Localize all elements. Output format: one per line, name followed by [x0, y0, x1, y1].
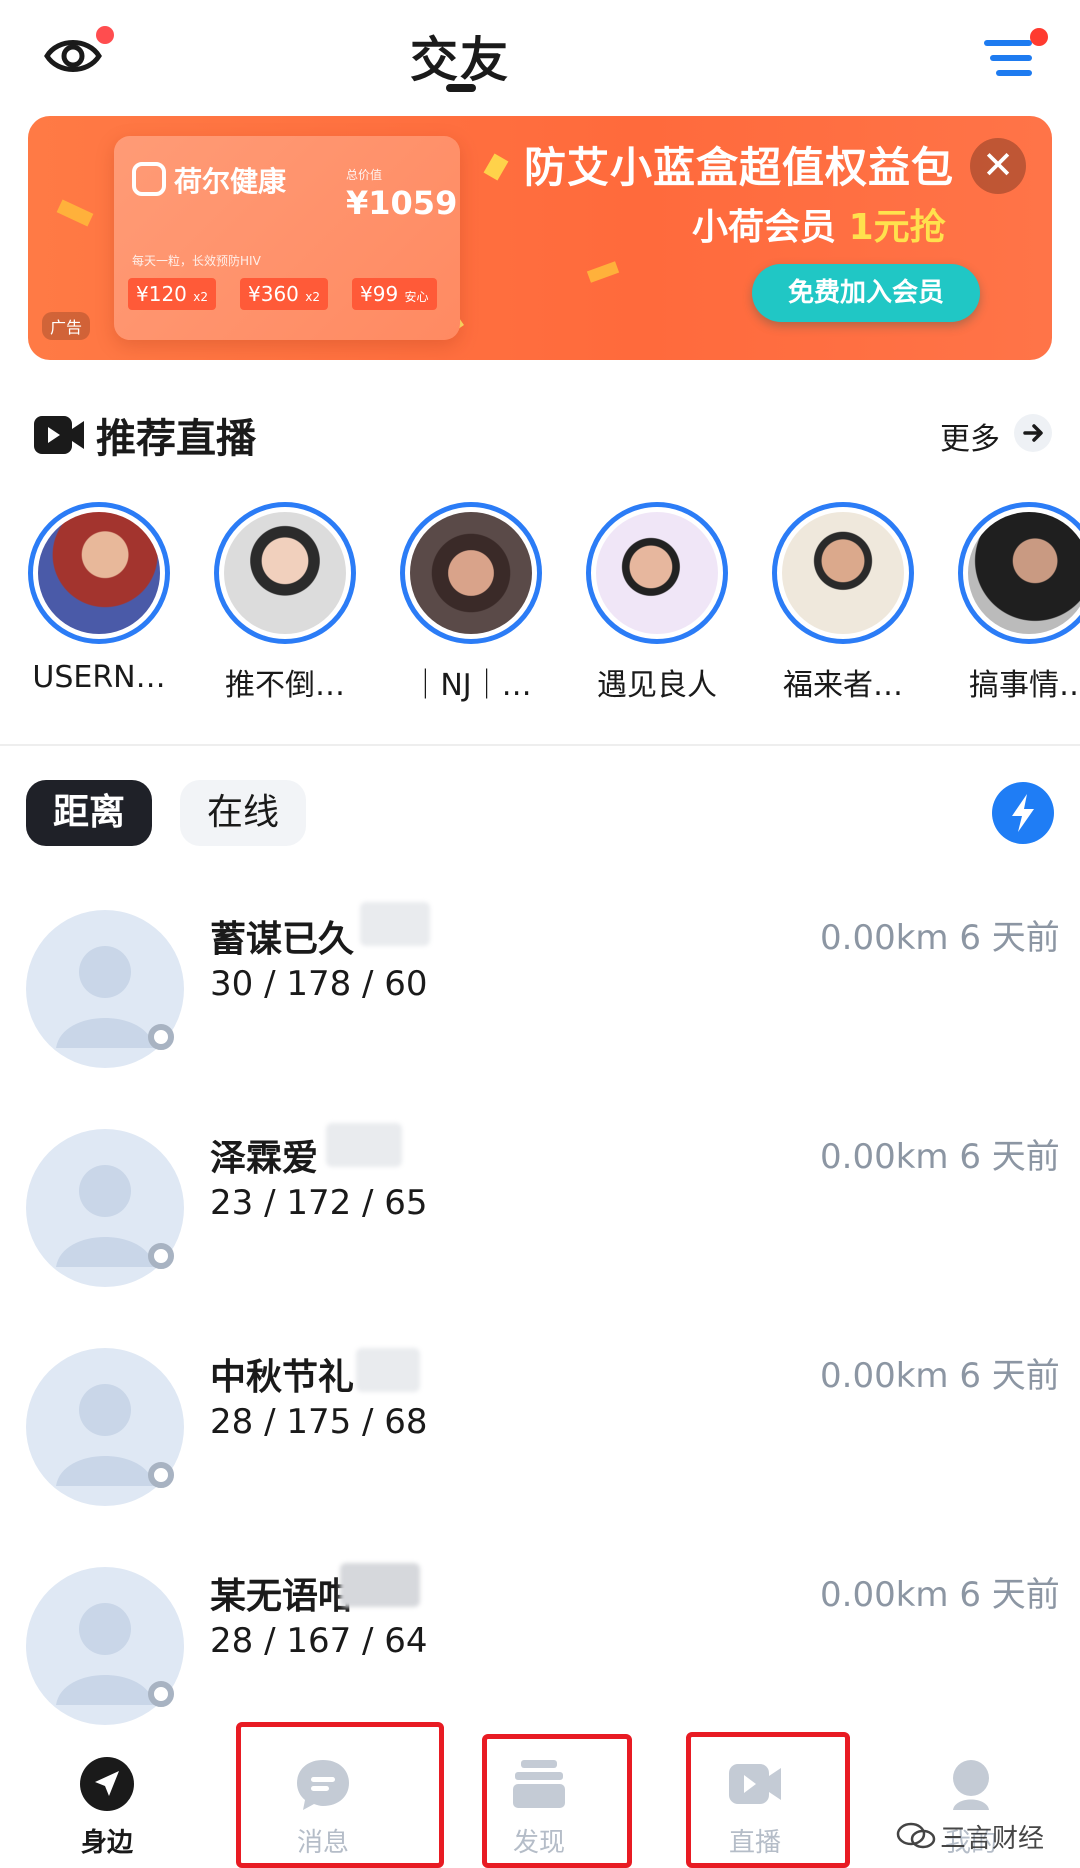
coupon: ¥99 安心 [352, 278, 437, 310]
video-camera-icon [34, 416, 84, 454]
location-arrow-icon [80, 1757, 134, 1811]
annotation-box [482, 1734, 632, 1868]
live-room-item[interactable]: 推不倒… [200, 500, 364, 710]
live-room-name: USERN… [32, 660, 166, 695]
user-distance-time: 0.00km 6 天前 [820, 1137, 1060, 1177]
live-room-name: 搞事情… [969, 668, 1080, 703]
arrow-right-icon[interactable] [1014, 414, 1052, 452]
banner-subtitle: 小荷会员 1元抢 [692, 207, 946, 248]
blur-patch [340, 1563, 420, 1607]
live-avatar [772, 502, 914, 644]
section-title: 推荐直播 [96, 416, 256, 462]
eye-icon[interactable] [44, 34, 102, 78]
live-room-name: ｜NJ｜… [410, 668, 532, 703]
list-item[interactable]: 泽霖爱 23 / 172 / 65 0.00km 6 天前 [0, 1119, 1080, 1309]
top-header: 交友 [0, 0, 1080, 110]
coupon: ¥120 x2 [128, 278, 217, 310]
lightning-icon[interactable] [992, 782, 1054, 844]
blur-patch [326, 1123, 402, 1167]
live-avatar [400, 502, 542, 644]
user-stats: 28 / 167 / 64 [210, 1621, 428, 1661]
annotation-box [686, 1732, 850, 1868]
promo-banner[interactable]: 荷尔健康 总价值 ¥1059 每天一粒，长效预防HIV ¥120 x2 ¥360… [28, 116, 1052, 360]
live-section-header: 推荐直播 更多 [28, 404, 1052, 464]
product-card: 荷尔健康 总价值 ¥1059 每天一粒，长效预防HIV ¥120 x2 ¥360… [114, 136, 460, 340]
banner-title: 防艾小蓝盒超值权益包 [524, 143, 955, 192]
live-room-item[interactable]: 遇见良人 [572, 500, 736, 710]
list-item[interactable]: 中秋节礼 28 / 175 / 68 0.00km 6 天前 [0, 1338, 1080, 1528]
blur-patch [360, 902, 430, 946]
ad-tag: 广告 [42, 312, 91, 340]
close-icon[interactable]: ✕ [970, 138, 1026, 194]
page-title: 交友 [409, 32, 510, 88]
section-divider [0, 744, 1080, 746]
join-member-button[interactable]: 免费加入会员 [752, 264, 980, 322]
live-room-item[interactable]: USERN… [14, 500, 178, 710]
watermark-text: 三言财经 [940, 1824, 1045, 1854]
wechat-icon [896, 1822, 936, 1849]
price-label: 总价值 [346, 168, 383, 182]
blur-patch [356, 1348, 420, 1392]
coupon: ¥360 x2 [240, 278, 329, 310]
notification-dot [96, 26, 114, 44]
confetti-decoration [586, 261, 620, 283]
live-room-name: 福来者… [783, 668, 903, 703]
tab-distance[interactable]: 距离 [26, 780, 152, 846]
live-room-item[interactable]: ｜NJ｜… [386, 500, 550, 710]
confetti-decoration [483, 153, 509, 181]
live-avatar [214, 502, 356, 644]
tab-online[interactable]: 在线 [180, 780, 306, 846]
live-room-item[interactable]: 福来者… [758, 500, 922, 710]
list-item[interactable]: 蓄谋已久 30 / 178 / 60 0.00km 6 天前 [0, 900, 1080, 1090]
user-name: 蓄谋已久 [210, 919, 355, 960]
live-room-name: 推不倒… [225, 668, 345, 703]
live-avatar [28, 502, 170, 644]
live-room-name: 遇见良人 [597, 668, 717, 703]
offline-status-dot [148, 1462, 174, 1488]
nav-label: 身边 [80, 1828, 133, 1858]
brand-logo-icon [132, 162, 166, 196]
live-avatar [586, 502, 728, 644]
user-distance-time: 0.00km 6 天前 [820, 1575, 1060, 1615]
offline-status-dot [148, 1243, 174, 1269]
nav-nearby[interactable]: 身边 [32, 1726, 182, 1868]
offline-status-dot [148, 1024, 174, 1050]
price: ¥1059 [346, 184, 458, 222]
user-stats: 28 / 175 / 68 [210, 1402, 428, 1442]
profile-icon [953, 1760, 989, 1810]
live-room-item[interactable]: 搞事情… [944, 500, 1080, 710]
menu-icon[interactable] [982, 36, 1036, 80]
live-avatars-row: USERN… 推不倒… ｜NJ｜… 遇见良人 福来者… 搞事情… [0, 500, 1080, 720]
annotation-box [236, 1722, 444, 1868]
list-item[interactable]: 某无语咁 28 / 167 / 64 0.00km 6 天前 [0, 1557, 1080, 1747]
card-subtitle: 每天一粒，长效预防HIV [132, 254, 261, 268]
user-distance-time: 0.00km 6 天前 [820, 1356, 1060, 1396]
notification-dot [1030, 28, 1048, 46]
user-distance-time: 0.00km 6 天前 [820, 918, 1060, 958]
more-link[interactable]: 更多 [940, 414, 1000, 458]
offline-status-dot [148, 1681, 174, 1707]
brand-name: 荷尔健康 [174, 165, 287, 198]
title-underline [446, 84, 476, 92]
user-name: 中秋节礼 [210, 1357, 355, 1398]
user-stats: 23 / 172 / 65 [210, 1183, 428, 1223]
user-name: 某无语咁 [210, 1576, 355, 1617]
user-name: 泽霖爱 [210, 1138, 319, 1179]
confetti-decoration [56, 199, 94, 227]
user-stats: 30 / 178 / 60 [210, 964, 428, 1004]
live-avatar [958, 502, 1080, 644]
